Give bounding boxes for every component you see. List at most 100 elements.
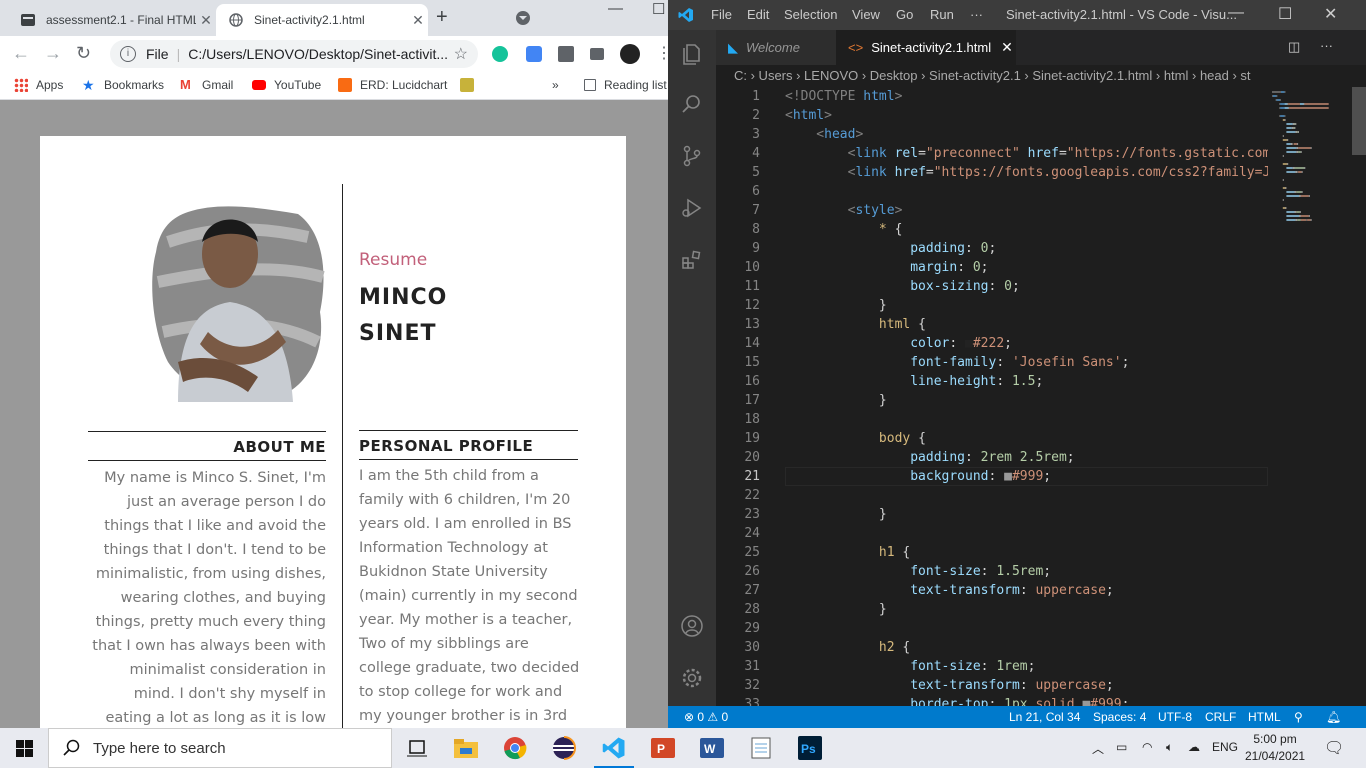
code-line[interactable]: 5 <link href="https://fonts.googleapis.c… <box>716 163 1278 182</box>
menu-selection[interactable]: Selection <box>784 7 837 22</box>
code-line[interactable]: 24 <box>716 524 1268 543</box>
code-line[interactable]: 28 } <box>716 600 1268 619</box>
code-line[interactable]: 12 } <box>716 296 1268 315</box>
code-line[interactable]: 18 <box>716 410 1268 429</box>
info-icon[interactable]: i <box>120 46 136 62</box>
code-line[interactable]: 14 color: ■#222; <box>716 334 1268 353</box>
code-line[interactable]: 30 h2 { <box>716 638 1268 657</box>
chrome-icon[interactable] <box>501 734 529 762</box>
code-line[interactable]: 25 h1 { <box>716 543 1268 562</box>
minimap[interactable] <box>1268 87 1352 706</box>
close-icon[interactable]: ✕ <box>1324 4 1337 24</box>
taskbar-search-input[interactable]: Type here to search <box>48 728 392 768</box>
vscode-taskbar-icon[interactable] <box>594 734 634 768</box>
source-control-icon[interactable] <box>680 144 704 168</box>
code-line[interactable]: 13 html { <box>716 315 1268 334</box>
bookmarks-overflow[interactable]: » <box>552 78 559 92</box>
encoding[interactable]: UTF-8 <box>1158 710 1192 724</box>
minimize-icon[interactable]: — <box>1228 4 1244 22</box>
indentation[interactable]: Spaces: 4 <box>1093 710 1146 724</box>
back-icon[interactable]: ← <box>12 43 30 64</box>
code-line[interactable]: 10 margin: 0; <box>716 258 1268 277</box>
run-debug-icon[interactable] <box>680 196 704 220</box>
code-line[interactable]: 19 body { <box>716 429 1268 448</box>
search-icon[interactable] <box>680 92 704 116</box>
clock[interactable]: 5:00 pm 21/04/2021 <box>1245 731 1305 765</box>
reload-icon[interactable]: ↻ <box>76 43 91 64</box>
settings-gear-icon[interactable] <box>680 666 704 690</box>
media-icon[interactable] <box>590 48 604 60</box>
onedrive-icon[interactable]: ☁︎ <box>1188 740 1200 754</box>
code-line[interactable]: 29 <box>716 619 1268 638</box>
grammarly-icon[interactable] <box>492 46 508 62</box>
code-line[interactable]: 4 <link rel="preconnect" href="https://f… <box>716 144 1278 163</box>
extension-icon[interactable] <box>526 46 542 62</box>
code-editor[interactable]: 1 <!DOCTYPE html> 2 <html> 3 <head> 4 <link r… <box>716 87 1278 712</box>
new-tab-icon[interactable]: + <box>436 6 448 29</box>
close-tab-icon[interactable]: ✕ <box>1001 39 1013 56</box>
tab-sinet-activity[interactable]: Sinet-activity2.1.html ✕ <box>216 4 428 36</box>
close-tab-icon[interactable]: ✕ <box>196 12 216 29</box>
line-ending[interactable]: CRLF <box>1205 710 1236 724</box>
problems-indicator[interactable]: ⊗ 0 ⚠ 0 <box>684 710 728 724</box>
code-line[interactable]: 20 padding: 2rem 2.5rem; <box>716 448 1268 467</box>
more-actions-icon[interactable]: ··· <box>1320 38 1333 53</box>
menu-icon[interactable]: ⋮ <box>656 43 668 63</box>
bookmark-gmail[interactable]: M Gmail <box>180 78 233 93</box>
bookmark-star-icon[interactable]: ☆ <box>454 44 468 64</box>
menu-view[interactable]: View <box>852 7 880 22</box>
forward-icon[interactable]: → <box>44 43 62 64</box>
battery-icon[interactable]: ▭ <box>1116 740 1127 754</box>
word-icon[interactable]: W <box>698 734 726 762</box>
code-line[interactable]: 1 <!DOCTYPE html> <box>716 87 1268 106</box>
maximize-icon[interactable]: ☐ <box>1278 4 1292 24</box>
code-line[interactable]: 31 font-size: 1rem; <box>716 657 1268 676</box>
feedback-icon[interactable]: ⚲ <box>1294 710 1303 724</box>
language-mode[interactable]: HTML <box>1248 710 1281 724</box>
notepad-icon[interactable] <box>747 734 775 762</box>
puzzle-icon[interactable] <box>558 46 574 62</box>
code-line[interactable]: 17 } <box>716 391 1268 410</box>
menu-edit[interactable]: Edit <box>747 7 769 22</box>
photoshop-icon[interactable]: Ps <box>796 734 824 762</box>
task-view-icon[interactable] <box>403 734 431 762</box>
code-line[interactable]: 16 line-height: 1.5; <box>716 372 1268 391</box>
windows-start-icon[interactable] <box>16 740 33 757</box>
menu-file[interactable]: File <box>711 7 732 22</box>
maximize-icon[interactable]: ☐ <box>652 0 665 18</box>
tab-welcome[interactable]: ◣ Welcome <box>716 30 836 65</box>
bookmark-bookmarks[interactable]: ★ Bookmarks <box>82 78 164 92</box>
close-tab-icon[interactable]: ✕ <box>408 12 428 29</box>
profile-avatar[interactable] <box>620 44 640 64</box>
bookmark-apps[interactable]: Apps <box>14 78 63 92</box>
explorer-icon[interactable] <box>680 42 704 66</box>
code-line[interactable]: 6 <box>716 182 1268 201</box>
code-line[interactable]: 23 } <box>716 505 1268 524</box>
notification-center-icon[interactable]: 🗨︎ <box>1324 738 1344 758</box>
bookmark-contact[interactable] <box>460 78 482 92</box>
code-line[interactable]: 21 background: ■#999; <box>716 467 1268 486</box>
eclipse-icon[interactable] <box>550 734 578 762</box>
menu-more[interactable]: ··· <box>970 7 983 22</box>
code-line[interactable]: 7 <style> <box>716 201 1268 220</box>
bookmark-youtube[interactable]: YouTube <box>252 78 321 92</box>
cursor-position[interactable]: Ln 21, Col 34 <box>1009 710 1080 724</box>
code-line[interactable]: 2 <html> <box>716 106 1268 125</box>
code-line[interactable]: 27 text-transform: uppercase; <box>716 581 1268 600</box>
menu-go[interactable]: Go <box>896 7 913 22</box>
split-editor-icon[interactable]: ◫ <box>1288 39 1300 55</box>
code-line[interactable]: 26 font-size: 1.5rem; <box>716 562 1268 581</box>
address-bar[interactable]: i File | C:/Users/LENOVO/Desktop/Sinet-a… <box>110 40 478 68</box>
tab-sinet-html[interactable]: <> Sinet-activity2.1.html ✕ <box>836 30 1016 65</box>
menu-run[interactable]: Run <box>930 7 954 22</box>
code-line[interactable]: 11 box-sizing: 0; <box>716 277 1268 296</box>
scrollbar-thumb[interactable] <box>1352 87 1366 155</box>
code-line[interactable]: 9 padding: 0; <box>716 239 1268 258</box>
breadcrumb[interactable]: C: › Users › LENOVO › Desktop › Sinet-ac… <box>716 65 1366 87</box>
tab-assessment[interactable]: assessment2.1 - Final HTML ✕ <box>8 4 216 36</box>
scrollbar[interactable] <box>1352 87 1366 706</box>
powerpoint-icon[interactable]: P <box>649 734 677 762</box>
notifications-icon[interactable]: 🔔︎ <box>1326 710 1341 724</box>
language-indicator[interactable]: ENG <box>1212 740 1238 754</box>
wifi-icon[interactable]: ◠ <box>1142 740 1152 754</box>
